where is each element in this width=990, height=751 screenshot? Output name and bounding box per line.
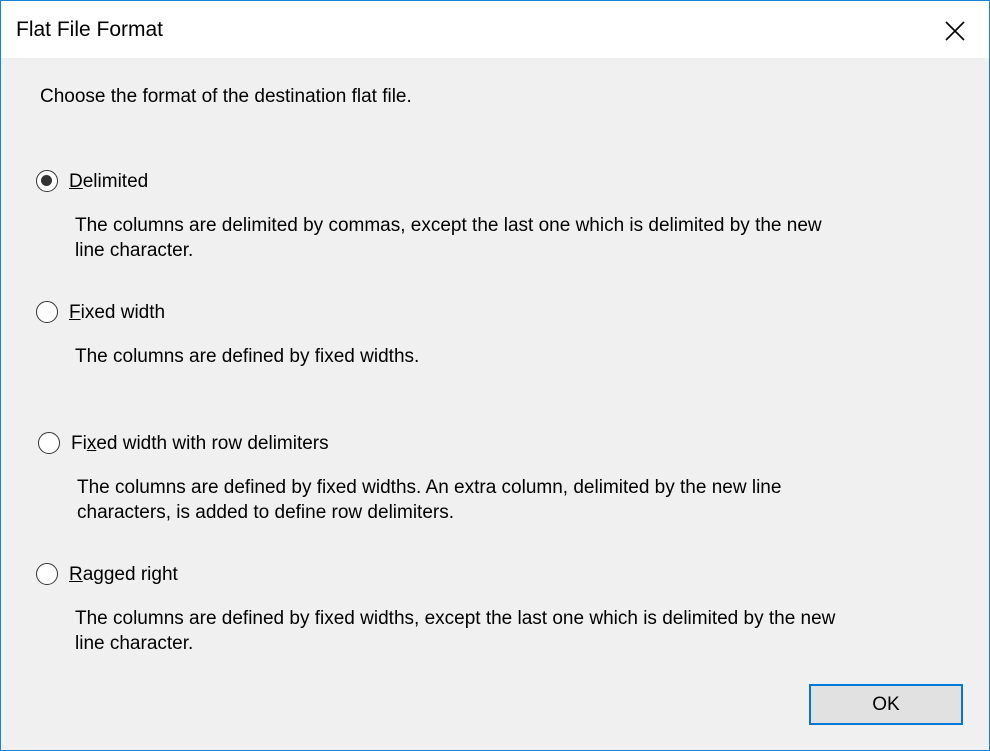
label-delimited[interactable]: Delimited bbox=[69, 169, 148, 194]
label-fixed-width[interactable]: Fixed width bbox=[69, 300, 165, 325]
close-button[interactable] bbox=[931, 9, 979, 53]
dialog-title: Flat File Format bbox=[16, 18, 164, 41]
desc-fixed-width-row-delimiters-line2: characters, is added to define row delim… bbox=[77, 502, 455, 523]
desc-ragged-right-line1: The columns are defined by fixed widths,… bbox=[75, 608, 836, 629]
radio-delimited[interactable] bbox=[36, 170, 58, 192]
flat-file-format-dialog: Flat File Format Choose the format of th… bbox=[0, 0, 990, 751]
label-fixed-width-row-delimiters[interactable]: Fixed width with row delimiters bbox=[71, 431, 329, 456]
title-bar: Flat File Format bbox=[1, 1, 989, 58]
desc-delimited-line2: line character. bbox=[75, 240, 194, 261]
ok-button[interactable]: OK bbox=[809, 684, 963, 725]
desc-fixed-width-row-delimiters-line1: The columns are defined by fixed widths.… bbox=[77, 477, 782, 498]
desc-delimited-line1: The columns are delimited by commas, exc… bbox=[75, 215, 822, 236]
desc-fixed-width: The columns are defined by fixed widths. bbox=[75, 346, 420, 367]
close-icon bbox=[945, 21, 965, 41]
instruction-text: Choose the format of the destination fla… bbox=[40, 86, 412, 107]
radio-fixed-width[interactable] bbox=[36, 301, 58, 323]
radio-ragged-right[interactable] bbox=[36, 563, 58, 585]
label-ragged-right[interactable]: Ragged right bbox=[69, 562, 178, 587]
desc-ragged-right-line2: line character. bbox=[75, 633, 194, 654]
radio-fixed-width-row-delimiters[interactable] bbox=[38, 432, 60, 454]
